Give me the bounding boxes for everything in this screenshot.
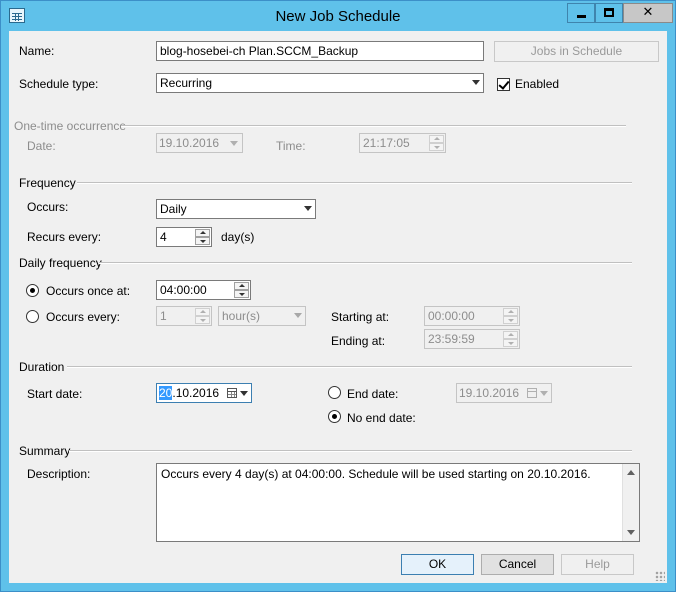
recurs-every-label: Recurs every: bbox=[27, 230, 102, 244]
no-end-date-radio[interactable] bbox=[328, 410, 341, 423]
ending-at-value: 23:59:59 bbox=[428, 332, 475, 346]
calendar-icon bbox=[527, 388, 537, 398]
occurs-once-time-spinner[interactable]: 04:00:00 bbox=[156, 280, 251, 300]
minimize-icon bbox=[577, 15, 586, 18]
one-time-date-picker[interactable]: 19.10.2016 bbox=[156, 133, 243, 153]
spin-up-icon[interactable] bbox=[195, 308, 210, 316]
occurs-value: Daily bbox=[160, 202, 187, 216]
group-divider bbox=[121, 125, 626, 127]
chevron-down-icon bbox=[304, 206, 312, 211]
occurs-every-unit-select[interactable]: hour(s) bbox=[218, 306, 306, 326]
checkmark-icon bbox=[498, 78, 510, 90]
group-divider bbox=[69, 450, 632, 452]
scroll-up-icon[interactable] bbox=[627, 470, 635, 475]
spin-up-icon[interactable] bbox=[234, 282, 249, 290]
spin-down-icon[interactable] bbox=[195, 237, 210, 245]
occurs-select[interactable]: Daily bbox=[156, 199, 316, 219]
group-divider bbox=[67, 366, 632, 368]
scroll-down-icon[interactable] bbox=[627, 530, 635, 535]
spin-down-icon[interactable] bbox=[429, 143, 444, 151]
starting-at-spinner[interactable]: 00:00:00 bbox=[424, 306, 520, 326]
schedule-type-value: Recurring bbox=[160, 76, 213, 90]
chevron-down-icon bbox=[294, 313, 302, 318]
name-label: Name: bbox=[19, 44, 55, 58]
description-label: Description: bbox=[27, 467, 91, 481]
group-summary: Summary bbox=[19, 444, 71, 458]
end-date-label: End date: bbox=[347, 387, 399, 401]
occurs-every-radio[interactable] bbox=[26, 310, 39, 323]
jobs-in-schedule-button[interactable]: Jobs in Schedule bbox=[494, 41, 659, 62]
ok-button[interactable]: OK bbox=[401, 554, 474, 575]
occurs-label: Occurs: bbox=[27, 200, 69, 214]
end-date-value: 19.10.2016 bbox=[459, 386, 520, 400]
spin-up-icon[interactable] bbox=[503, 308, 518, 316]
name-input[interactable]: blog-hosebei-ch Plan.SCCM_Backup bbox=[156, 41, 484, 61]
description-value: Occurs every 4 day(s) at 04:00:00. Sched… bbox=[161, 467, 591, 481]
occurs-every-value: 1 bbox=[160, 309, 167, 323]
start-date-picker[interactable]: 20.10.2016 bbox=[156, 383, 252, 403]
cancel-button[interactable]: Cancel bbox=[481, 554, 554, 575]
spin-down-icon[interactable] bbox=[503, 339, 518, 347]
one-time-date-value: 19.10.2016 bbox=[159, 136, 220, 150]
end-date-picker[interactable]: 19.10.2016 bbox=[456, 383, 552, 403]
start-date-day-selected: 20 bbox=[159, 386, 173, 400]
description-scrollbar[interactable] bbox=[622, 464, 639, 541]
group-one-time-occurrence: One-time occurrence bbox=[14, 119, 127, 133]
one-time-time-spinner[interactable]: 21:17:05 bbox=[359, 133, 446, 153]
spin-down-icon[interactable] bbox=[503, 316, 518, 324]
spin-down-icon[interactable] bbox=[234, 290, 249, 298]
chevron-down-icon bbox=[472, 80, 480, 85]
spin-up-icon[interactable] bbox=[503, 331, 518, 339]
ending-at-spinner[interactable]: 23:59:59 bbox=[424, 329, 520, 349]
spin-up-icon[interactable] bbox=[429, 135, 444, 143]
group-divider bbox=[77, 182, 632, 184]
close-icon: ✕ bbox=[642, 5, 654, 20]
one-time-time-value: 21:17:05 bbox=[363, 136, 410, 150]
chevron-down-icon bbox=[240, 391, 248, 396]
group-divider bbox=[99, 262, 632, 264]
end-date-radio[interactable] bbox=[328, 386, 341, 399]
no-end-date-label: No end date: bbox=[347, 411, 416, 425]
ending-at-label: Ending at: bbox=[331, 334, 386, 348]
enabled-checkbox[interactable] bbox=[497, 78, 510, 91]
schedule-type-label: Schedule type: bbox=[19, 77, 99, 91]
calendar-icon bbox=[227, 388, 237, 398]
occurs-once-time-value: 04:00:00 bbox=[160, 283, 207, 297]
enabled-label: Enabled bbox=[515, 77, 560, 91]
one-time-date-label: Date: bbox=[27, 139, 56, 153]
starting-at-label: Starting at: bbox=[331, 310, 390, 324]
description-textarea[interactable]: Occurs every 4 day(s) at 04:00:00. Sched… bbox=[156, 463, 640, 542]
one-time-time-label: Time: bbox=[276, 139, 306, 153]
minimize-button[interactable] bbox=[567, 3, 595, 23]
start-date-rest: .10.2016 bbox=[172, 386, 220, 400]
resize-grip-icon[interactable] bbox=[655, 571, 665, 581]
maximize-button[interactable] bbox=[595, 3, 623, 23]
recurs-every-spinner[interactable]: 4 bbox=[156, 227, 212, 247]
recurs-unit-label: day(s) bbox=[221, 230, 255, 244]
group-frequency: Frequency bbox=[19, 176, 76, 190]
dialog-body: Name: blog-hosebei-ch Plan.SCCM_Backup J… bbox=[9, 31, 667, 583]
title-bar[interactable]: New Job Schedule ✕ bbox=[1, 1, 675, 31]
recurs-every-value: 4 bbox=[160, 230, 167, 244]
chevron-down-icon bbox=[540, 391, 548, 396]
occurs-every-unit-value: hour(s) bbox=[222, 309, 261, 323]
occurs-every-spinner[interactable]: 1 bbox=[156, 306, 212, 326]
chevron-down-icon bbox=[230, 141, 238, 146]
close-button[interactable]: ✕ bbox=[623, 3, 673, 23]
group-duration: Duration bbox=[19, 360, 65, 374]
occurs-once-label: Occurs once at: bbox=[46, 284, 131, 298]
occurs-every-label: Occurs every: bbox=[46, 310, 121, 324]
spin-up-icon[interactable] bbox=[195, 229, 210, 237]
starting-at-value: 00:00:00 bbox=[428, 309, 475, 323]
dialog-window: New Job Schedule ✕ Name: blog-hosebei-ch… bbox=[0, 0, 676, 592]
start-date-label: Start date: bbox=[27, 387, 83, 401]
help-button[interactable]: Help bbox=[561, 554, 634, 575]
group-daily-frequency: Daily frequency bbox=[19, 256, 102, 270]
schedule-type-select[interactable]: Recurring bbox=[156, 73, 484, 93]
occurs-once-radio[interactable] bbox=[26, 284, 39, 297]
spin-down-icon[interactable] bbox=[195, 316, 210, 324]
maximize-icon bbox=[604, 8, 614, 17]
